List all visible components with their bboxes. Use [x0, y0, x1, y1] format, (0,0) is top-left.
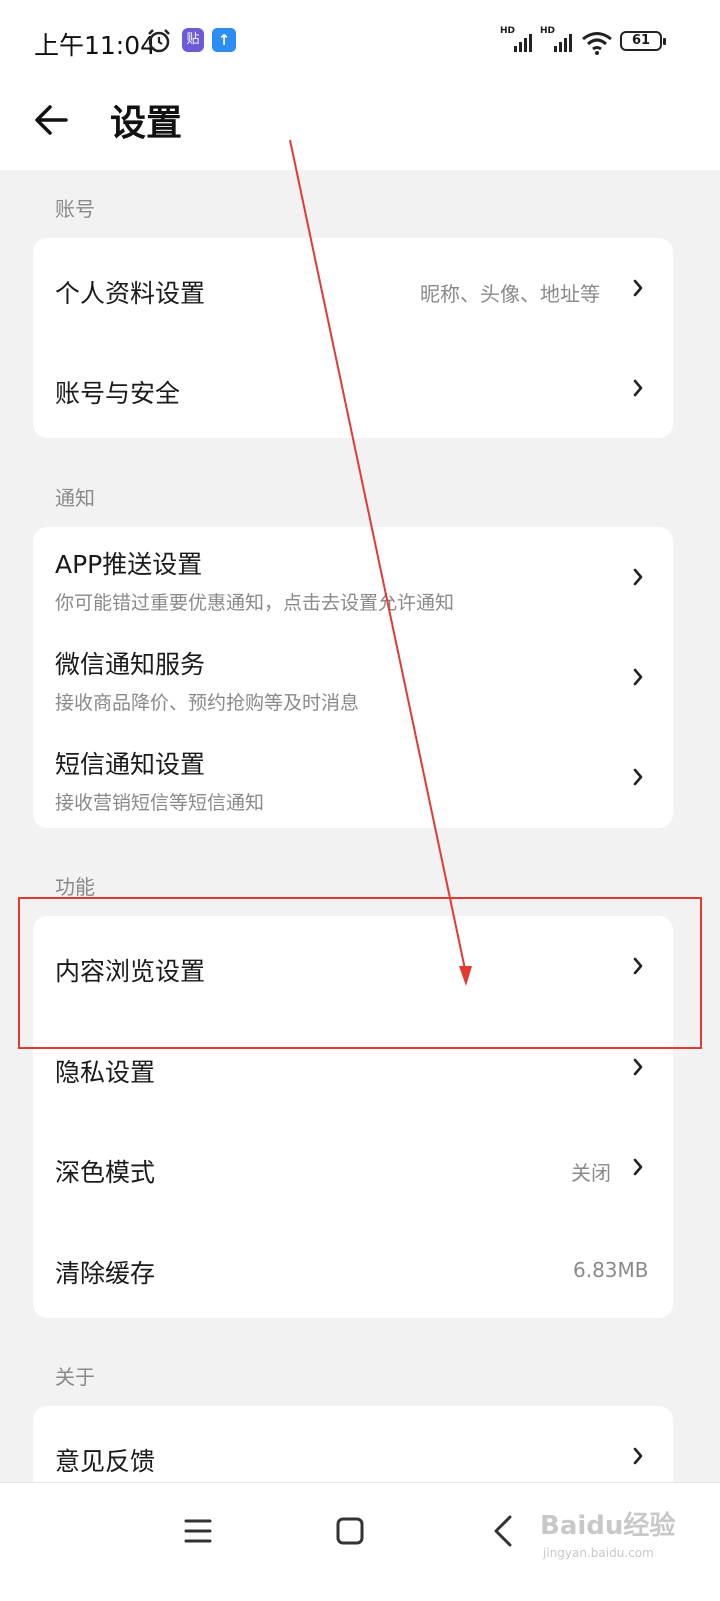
page-title: 设置	[110, 103, 183, 144]
chevron-right-icon	[633, 379, 643, 397]
wifi-icon	[582, 32, 612, 55]
chevron-right-icon	[633, 279, 643, 297]
home-icon[interactable]	[328, 1509, 372, 1553]
row-title: 微信通知服务	[55, 650, 206, 679]
row-title: 个人资料设置	[55, 279, 206, 308]
cellular-signal-icon: HD	[540, 26, 574, 54]
watermark: Baidu经验	[540, 1511, 676, 1541]
row-title: 深色模式	[55, 1158, 156, 1187]
dark-mode-value: 关闭	[571, 1161, 611, 1185]
row-subtitle: 接收商品降价、预约抢购等及时消息	[55, 692, 360, 714]
upload-icon: ↑	[212, 28, 236, 52]
row-title: 隐私设置	[55, 1058, 156, 1087]
watermark-url: jingyan.baidu.com	[543, 1546, 654, 1560]
cache-size-value: 6.83MB	[573, 1258, 649, 1282]
features-card: 内容浏览设置 隐私设置 深色模式 关闭 清除缓存 6.83MB	[33, 916, 673, 1318]
list-item-account-security[interactable]: 账号与安全	[33, 338, 673, 438]
cellular-signal-icon: HD	[500, 26, 534, 54]
list-item-dark-mode[interactable]: 深色模式 关闭	[33, 1117, 673, 1217]
row-subtitle: 你可能错过重要优惠通知，点击去设置允许通知	[55, 592, 455, 614]
account-card: 个人资料设置 昵称、头像、地址等 账号与安全	[33, 238, 673, 438]
list-item-content-browsing-settings[interactable]: 内容浏览设置	[33, 916, 673, 1016]
chevron-right-icon	[633, 568, 643, 586]
chevron-right-icon	[633, 957, 643, 975]
notification-card: APP推送设置 你可能错过重要优惠通知，点击去设置允许通知 微信通知服务 接收商…	[33, 527, 673, 828]
row-title: 内容浏览设置	[55, 957, 206, 986]
row-subtitle: 接收营销短信等短信通知	[55, 792, 265, 814]
list-item-sms-notification[interactable]: 短信通知设置 接收营销短信等短信通知	[33, 727, 673, 827]
section-label-about: 关于	[55, 1365, 95, 1389]
list-item-profile-settings[interactable]: 个人资料设置 昵称、头像、地址等	[33, 238, 673, 338]
back-icon[interactable]	[482, 1509, 526, 1553]
status-bar: 上午11:04 贴 ↑ HD HD 61	[0, 0, 720, 84]
chevron-right-icon	[633, 768, 643, 786]
row-title: 意见反馈	[55, 1447, 156, 1476]
chevron-right-icon	[633, 668, 643, 686]
row-title: 账号与安全	[55, 379, 181, 408]
list-item-clear-cache[interactable]: 清除缓存 6.83MB	[33, 1218, 673, 1318]
chevron-right-icon	[633, 1158, 643, 1176]
section-label-features: 功能	[55, 875, 95, 899]
chevron-right-icon	[633, 1058, 643, 1076]
battery-icon: 61	[620, 31, 666, 51]
row-title: 清除缓存	[55, 1259, 156, 1288]
status-time: 上午11:04	[34, 31, 157, 60]
row-value: 昵称、头像、地址等	[420, 282, 600, 306]
chevron-right-icon	[633, 1447, 643, 1465]
row-title: APP推送设置	[55, 550, 203, 579]
alarm-icon	[148, 29, 170, 53]
section-label-account: 账号	[55, 197, 95, 221]
menu-icon[interactable]	[176, 1509, 220, 1553]
back-arrow-icon[interactable]	[30, 98, 74, 142]
list-item-privacy-settings[interactable]: 隐私设置	[33, 1017, 673, 1117]
list-item-wechat-notification[interactable]: 微信通知服务 接收商品降价、预约抢购等及时消息	[33, 627, 673, 727]
row-title: 短信通知设置	[55, 750, 206, 779]
app-bar: 设置	[0, 84, 720, 170]
tieba-icon: 贴	[182, 28, 204, 52]
section-label-notification: 通知	[55, 486, 95, 510]
list-item-app-push-settings[interactable]: APP推送设置 你可能错过重要优惠通知，点击去设置允许通知	[33, 527, 673, 627]
